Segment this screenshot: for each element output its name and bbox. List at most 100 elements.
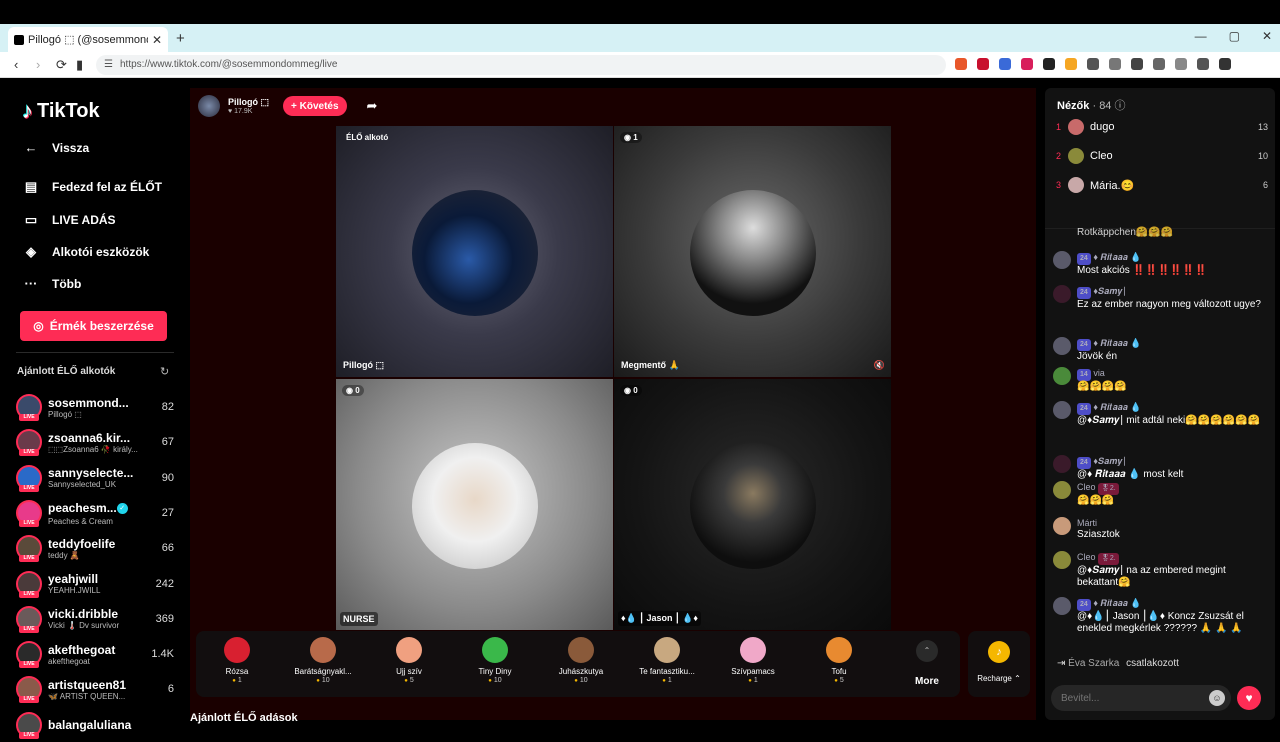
follow-button[interactable]: + Követés [283,96,347,116]
top-viewer-row[interactable]: 3 Mária.😊 6 [1056,177,1268,193]
chat-message[interactable]: 24 ♦𝑺𝒂𝒎𝒚⎮ @♦ 𝑹𝒊𝒕𝒂𝒂𝒂 💧 most kelt [1053,455,1268,481]
extension-x-icon[interactable] [1021,58,1033,70]
gift-item[interactable]: Barátságnyakl... 10 [282,637,364,684]
download-icon[interactable] [1109,58,1121,70]
chat-username[interactable]: ♦ 𝑹𝒊𝒕𝒂𝒂𝒂 💧 [1093,338,1141,348]
heart-like-icon[interactable]: ♥ [1237,686,1261,710]
chat-avatar[interactable] [1053,455,1071,473]
chat-input[interactable] [1051,685,1231,711]
chat-message[interactable]: Cleo 🎖2. @♦𝑺𝒂𝒎𝒚⎮ na az embered megint bek… [1053,551,1268,589]
nav-more[interactable]: ··· Több [22,276,82,291]
suggested-creator[interactable]: LIVE peachesm... ✓ Peaches & Cream 27 [16,496,174,530]
chat-username[interactable]: ♦𝑺𝒂𝒎𝒚⎮ [1093,456,1126,466]
chat-message[interactable]: 24 ♦ 𝑹𝒊𝒕𝒂𝒂𝒂 💧 Most akciós ‼️‼️‼️‼️‼️‼️ [1053,251,1268,277]
close-window-button[interactable]: ✕ [1262,29,1272,43]
menu-icon[interactable] [1219,58,1231,70]
suggested-creator[interactable]: LIVE balangaluliana [16,708,174,742]
chat-username[interactable]: Márti [1077,518,1097,528]
video-tile-guest-1[interactable]: ◉ 1 Megmentő 🙏 🔇 [614,126,891,377]
nav-back[interactable]: ← Vissza [22,140,90,155]
get-coins-button[interactable]: ◎ Érmék beszerzése [20,311,167,341]
chat-message[interactable]: 24 ♦ 𝑹𝒊𝒕𝒂𝒂𝒂 💧 @♦💧⎮ Jason ⎮💧♦ Koncz Zsuzsá… [1053,597,1268,635]
chat-message[interactable]: Rotkäppchen🤗🤗🤗 [1053,227,1268,239]
minimize-button[interactable]: — [1195,29,1207,43]
more-gifts-button[interactable]: ⌃ More [912,640,942,687]
suggested-creator[interactable]: LIVE artistqueen81 🦋 ARTIST QUEEN... 6 [16,672,174,706]
gift-item[interactable]: Szívpamacs 1 [712,637,794,684]
recharge-button[interactable]: ♪ Recharge ⌃ [968,631,1030,697]
chat-username[interactable]: ♦ 𝑹𝒊𝒕𝒂𝒂𝒂 💧 [1093,598,1141,608]
chat-message[interactable]: 24 ♦𝑺𝒂𝒎𝒚⎮ Ez az ember nagyon meg változot… [1053,285,1268,311]
music-icon[interactable] [1131,58,1143,70]
chat-avatar[interactable] [1053,285,1071,303]
chat-username[interactable]: ♦ 𝑹𝒊𝒕𝒂𝒂𝒂 💧 [1093,252,1141,262]
nav-explore-live[interactable]: ▤ Fedezd fel az ÉLŐT [22,179,162,195]
chat-username[interactable]: Cleo [1077,552,1096,562]
gift-item[interactable]: Tofu 5 [798,637,880,684]
host-name[interactable]: Pillogó ⬚ [228,97,269,108]
viewers-header[interactable]: Nézők · 84 ⓘ [1057,97,1126,113]
suggested-creator[interactable]: LIVE akefthegoat akefthegoat 1.4K [16,637,174,671]
chat-avatar[interactable] [1053,551,1071,569]
video-tile-host[interactable]: ÉLŐ alkotó Pillogó ⬚ [336,126,613,377]
chat-message[interactable]: 24 ♦ 𝑹𝒊𝒕𝒂𝒂𝒂 💧 @♦𝑺𝒂𝒎𝒚⎮ mit adtál neki🤗🤗🤗🤗🤗… [1053,401,1268,427]
reload-icon[interactable]: ⟳ [56,57,67,73]
top-viewer-row[interactable]: 1 dugo 13 [1056,119,1268,135]
extension-v-icon[interactable] [1043,58,1055,70]
video-tile-guest-3[interactable]: ◉ 0 ♦💧 ⎮ Jason ⎮ 💧♦ [614,379,891,630]
share-icon[interactable]: ➦ [367,98,378,114]
sidebar-icon[interactable] [1153,58,1165,70]
suggested-creator[interactable]: LIVE sosemmond... Pillogó ⬚ 82 [16,390,174,424]
url-field[interactable]: ☰ https://www.tiktok.com/@sosemmondommeg… [96,55,946,75]
nav-live[interactable]: ▭ LIVE ADÁS [22,212,116,228]
chat-avatar[interactable] [1053,337,1071,355]
translate-icon[interactable] [999,58,1011,70]
extension-color-icon[interactable] [1065,58,1077,70]
gift-item[interactable]: Te fantasztiku... 1 [626,637,708,684]
tiktok-logo[interactable]: ♪ TikTok [22,98,100,124]
chat-message[interactable]: 14 via 🤗🤗🤗🤗 [1053,367,1268,393]
chat-username[interactable]: via [1093,368,1105,378]
new-tab-button[interactable]: + [176,30,185,47]
suggested-creator[interactable]: LIVE sannyselecte... Sannyselected_UK 90 [16,461,174,495]
chat-avatar[interactable] [1053,481,1071,499]
brave-shield-icon[interactable] [955,58,967,70]
chat-avatar[interactable] [1053,251,1071,269]
host-avatar[interactable] [198,95,220,117]
suggested-creator[interactable]: LIVE yeahjwill YEAHH.JWILL 242 [16,567,174,601]
chat-username[interactable]: ♦𝑺𝒂𝒎𝒚⎮ [1093,286,1126,296]
maximize-button[interactable]: ▢ [1229,29,1240,43]
chat-username[interactable]: Cleo [1077,482,1096,492]
emoji-icon[interactable]: ☺ [1209,690,1225,706]
gift-item[interactable]: Ujj szív 5 [368,637,450,684]
chat-avatar[interactable] [1053,597,1071,615]
site-info-icon[interactable]: ☰ [104,59,113,70]
wallet-icon[interactable] [1175,58,1187,70]
browser-tab[interactable]: Pillogó ⬚ (@sosemmondommeg) ✕ [8,27,168,52]
gift-item[interactable]: Juhászkutya 10 [540,637,622,684]
refresh-icon[interactable]: ↻ [160,365,169,378]
suggested-creator[interactable]: LIVE zsoanna6.kir... ⬚⬚Zsoanna6 🥀 király… [16,425,174,459]
suggested-creator[interactable]: LIVE vicki.dribble Vicki 🌡️ Dv survivor … [16,602,174,636]
chat-username[interactable]: ♦ 𝑹𝒊𝒕𝒂𝒂𝒂 💧 [1093,402,1141,412]
suggested-creator[interactable]: LIVE teddyfoelife teddy 🧸 66 [16,531,174,565]
chat-message[interactable]: 24 ♦ 𝑹𝒊𝒕𝒂𝒂𝒂 💧 Jövök én [1053,337,1268,363]
back-arrow-icon[interactable]: ‹ [14,57,18,72]
top-viewer-row[interactable]: 2 Cleo 10 [1056,148,1268,164]
chat-messages[interactable]: Rotkäppchen🤗🤗🤗 24 ♦ 𝑹𝒊𝒕𝒂𝒂𝒂 💧 Most akciós ‼… [1045,227,1275,683]
gift-item[interactable]: Rózsa 1 [196,637,278,684]
chat-message[interactable]: Cleo 🎖2. 🤗🤗🤗 [1053,481,1268,507]
chat-avatar[interactable] [1053,517,1071,535]
forward-arrow-icon[interactable]: › [36,57,40,72]
chat-avatar[interactable] [1053,367,1071,385]
gift-item[interactable]: Tiny Diny 10 [454,637,536,684]
vpn-icon[interactable] [1197,58,1209,70]
rewards-icon[interactable] [977,58,989,70]
puzzle-icon[interactable] [1087,58,1099,70]
info-icon[interactable]: ⓘ [1115,100,1126,112]
video-tile-guest-2[interactable]: ◉ 0 NURSE [336,379,613,630]
chat-avatar[interactable] [1053,401,1071,419]
nav-creator-tools[interactable]: ◈ Alkotói eszközök [22,244,149,260]
bookmark-icon[interactable]: ▮ [76,57,83,73]
tab-close-icon[interactable]: ✕ [152,33,162,47]
